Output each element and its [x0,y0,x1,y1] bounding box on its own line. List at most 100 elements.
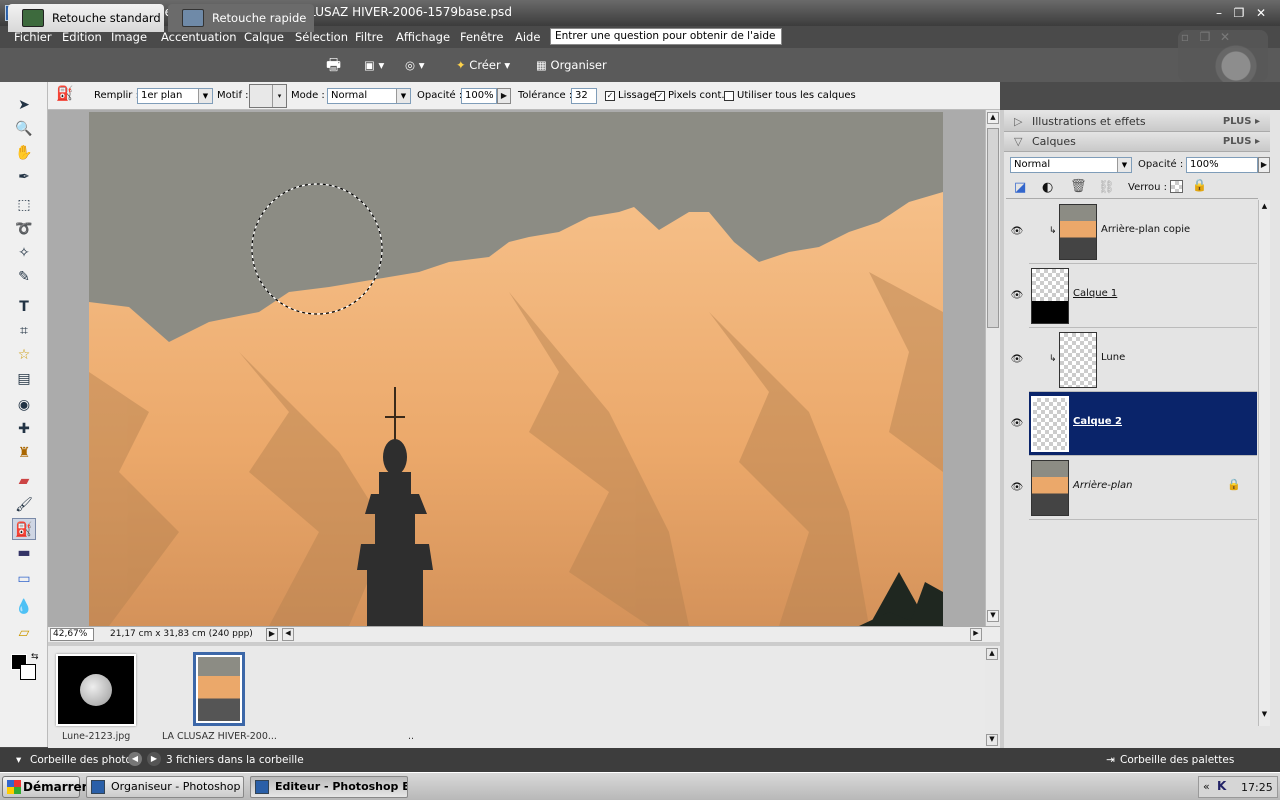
tray-expand-icon[interactable]: « [1203,780,1210,793]
pattern-picker[interactable]: ▾ [249,84,287,108]
tolerance-input[interactable]: 32 [571,88,597,104]
bin-label[interactable]: Corbeille des photos [30,754,137,766]
prev-icon[interactable]: ◀ [128,752,142,766]
mode-select[interactable]: Normal ▼ [327,88,411,104]
lock-transparency-icon[interactable] [1170,180,1183,193]
menu-calque[interactable]: Calque [244,30,284,44]
menu-fenetre[interactable]: Fenêtre [460,30,503,44]
bin-scrollbar[interactable]: ▲ ▼ [985,646,1000,748]
tab-retouche-standard[interactable]: Retouche standard [8,4,164,32]
lock-all-icon[interactable]: 🔒 [1192,178,1207,192]
selection-brush-tool-icon[interactable]: ✎ [12,266,36,288]
organize-button[interactable]: ▦ Organiser [536,52,616,78]
all-layers-checkbox[interactable] [724,91,734,101]
slider-arrow-icon[interactable]: ▶ [497,88,511,104]
cookie-cutter-tool-icon[interactable]: ☆ [12,344,36,366]
menu-selection[interactable]: Sélection [295,30,348,44]
layer-row[interactable]: ↳ Lune [1029,328,1257,392]
bin-toggle-icon[interactable]: ▾ [16,754,21,766]
share-icon[interactable]: ▣ ▾ [364,52,398,78]
contiguous-checkbox[interactable]: ✓ [655,91,665,101]
fill-select[interactable]: 1er plan ▼ [137,88,213,104]
hand-tool-icon[interactable]: ✋ [12,142,36,164]
sponge-tool-icon[interactable]: ▱ [12,622,36,644]
menu-affichage[interactable]: Affichage [396,30,450,44]
brush-tool-icon[interactable]: 🖌 [12,494,36,516]
marquee-tool-icon[interactable]: ⬚ [12,194,36,216]
eraser-tool-icon[interactable]: ▰ [12,470,36,492]
visibility-eye-icon[interactable]: 👁 [1008,482,1026,496]
trash-icon[interactable]: 🗑 [1070,179,1087,194]
opacity-arrow-icon[interactable]: ▶ [1258,157,1270,173]
scroll-left-icon[interactable]: ◀ [282,628,294,641]
restore-icon[interactable]: ❐ [1230,5,1248,21]
scroll-thumb[interactable] [987,128,999,328]
start-button[interactable]: Démarrer [2,776,88,798]
clone-stamp-tool-icon[interactable]: ♜ [12,442,36,464]
zoom-tool-icon[interactable]: 🔍 [12,118,36,140]
layer-row[interactable]: Arrière-plan 🔒 [1029,456,1257,520]
layer-row[interactable]: ↳ Arrière-plan copie [1029,200,1257,264]
scroll-down-icon[interactable]: ▼ [986,734,998,746]
palette-bin-toggle-icon[interactable]: ⇥ [1106,754,1115,766]
bin-thumb-clusaz[interactable] [193,652,245,726]
close-icon[interactable]: ✕ [1252,5,1270,21]
visibility-eye-icon[interactable]: 👁 [1008,290,1026,304]
layers-more-button[interactable]: PLUS ▸ [1223,132,1260,152]
link-icon[interactable]: ⛓ [1098,180,1115,195]
next-icon[interactable]: ▶ [147,752,161,766]
swap-colors-icon[interactable]: ⇆ [31,652,39,662]
palette-bin-label[interactable]: Corbeille des palettes [1120,754,1234,766]
bin-thumb-moon[interactable] [56,654,136,726]
magic-wand-tool-icon[interactable]: ✧ [12,242,36,264]
layer-opacity-input[interactable]: 100% [1186,157,1258,173]
scroll-up-icon[interactable]: ▲ [1259,202,1270,213]
move-tool-icon[interactable]: ➤ [12,94,36,116]
visibility-eye-icon[interactable]: 👁 [1008,354,1026,368]
blur-tool-icon[interactable]: 💧 [12,596,36,618]
lasso-tool-icon[interactable]: ➰ [12,218,36,240]
anti-alias-checkbox[interactable]: ✓ [605,91,615,101]
online-icon[interactable]: ◎ ▾ [405,52,439,78]
text-tool-icon[interactable]: T [12,296,36,318]
layer-row[interactable]: Calque 1 [1029,264,1257,328]
status-menu-arrow-icon[interactable]: ▶ [266,628,278,641]
layers-panel-header[interactable]: ▽ Calques PLUS ▸ [1004,132,1270,152]
menu-fichier[interactable]: Fichier [14,30,52,44]
document-canvas[interactable] [89,112,943,626]
gradient-tool-icon[interactable]: ▬ [12,542,36,564]
shape-tool-icon[interactable]: ▭ [12,568,36,590]
crop-tool-icon[interactable]: ⌗ [12,320,36,342]
red-eye-tool-icon[interactable]: ◉ [12,394,36,416]
zoom-input[interactable]: 42,67% [50,628,94,641]
menu-image[interactable]: Image [111,30,147,44]
visibility-eye-icon[interactable]: 👁 [1008,226,1026,240]
scroll-down-icon[interactable]: ▼ [987,610,999,622]
minimize-icon[interactable]: – [1210,5,1228,21]
background-color-swatch[interactable] [20,664,36,680]
new-layer-icon[interactable]: ◪ [1014,180,1026,195]
tray-app-icon[interactable]: K [1217,779,1226,793]
scroll-down-icon[interactable]: ▼ [1259,710,1270,721]
straighten-tool-icon[interactable]: ▤ [12,368,36,390]
layer-row-selected[interactable]: Calque 2 [1029,392,1257,456]
print-icon[interactable]: 🖶 [326,52,348,78]
blend-mode-select[interactable]: Normal ▼ [1010,157,1132,173]
menu-aide[interactable]: Aide [515,30,540,44]
paint-bucket-tool-icon[interactable]: ⛽ [12,518,36,540]
healing-brush-tool-icon[interactable]: ✚ [12,418,36,440]
effects-panel-header[interactable]: ▷ Illustrations et effets PLUS ▸ [1004,112,1270,132]
scroll-up-icon[interactable]: ▲ [987,112,999,124]
create-button[interactable]: ✦ Créer ▾ [456,52,528,78]
task-organiseur[interactable]: Organiseur - Photoshop ... [86,776,244,798]
help-search-input[interactable]: Entrer une question pour obtenir de l'ai… [550,28,782,45]
menu-accentuation[interactable]: Accentuation [161,30,237,44]
effects-more-button[interactable]: PLUS ▸ [1223,112,1260,132]
menu-edition[interactable]: Edition [62,30,102,44]
eyedropper-tool-icon[interactable]: ✒ [12,166,36,188]
scroll-right-icon[interactable]: ▶ [970,628,982,641]
adjustment-layer-icon[interactable]: ◐ [1042,180,1053,195]
scroll-up-icon[interactable]: ▲ [986,648,998,660]
vertical-scrollbar[interactable]: ▲ ▼ [985,110,1000,626]
visibility-eye-icon[interactable]: 👁 [1008,418,1026,432]
